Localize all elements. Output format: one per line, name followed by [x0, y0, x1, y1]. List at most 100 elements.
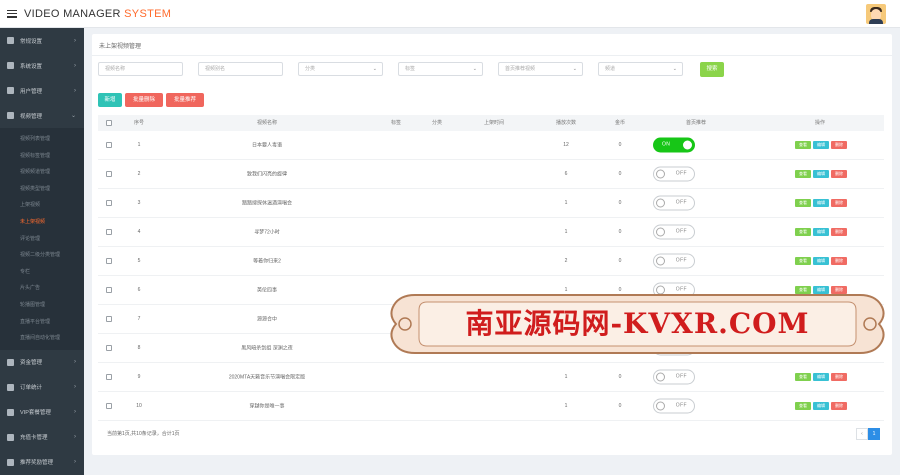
edit-button[interactable]: 编辑 [813, 199, 829, 207]
row-checkbox[interactable] [106, 316, 112, 322]
recommend-toggle[interactable]: OFF [653, 253, 695, 269]
delete-button[interactable]: 删除 [831, 141, 847, 149]
chevron-right-icon: › [74, 384, 76, 391]
row-checkbox[interactable] [106, 142, 112, 148]
view-button[interactable]: 查看 [795, 228, 811, 236]
submenu-item-live-rooms[interactable]: 直播间自动化管理 [0, 330, 84, 347]
chart-icon [7, 383, 14, 391]
home-recommend-select[interactable]: 首页推荐视频 ⌄ [498, 62, 583, 76]
content-panel: 未上架视频管理 视频名称 视频别名 分类 ⌄ 标签 ⌄ 首页推荐视频 ⌄ 频道 ⌄ 搜索… [92, 34, 892, 455]
avatar-body [869, 19, 883, 24]
column-header-category: 分类 [431, 120, 443, 126]
sidebar-item-general-settings[interactable]: 常规设置 › [0, 28, 84, 53]
search-button[interactable]: 搜索 [700, 62, 724, 77]
sidebar-item-recharge-cards[interactable]: 充值卡管理 › [0, 425, 84, 450]
user-avatar[interactable] [866, 4, 886, 24]
gear-icon [7, 62, 14, 69]
submenu-item-listed-videos[interactable]: 上架视频 [0, 197, 84, 214]
category-select[interactable]: 分类 ⌄ [298, 62, 383, 76]
batch-delete-button[interactable]: 批量删除 [125, 93, 163, 107]
row-checkbox[interactable] [106, 403, 112, 409]
submenu-item-comments[interactable]: 评论管理 [0, 231, 84, 248]
view-button[interactable]: 查看 [795, 257, 811, 265]
row-checkbox[interactable] [106, 171, 112, 177]
divider [92, 55, 892, 56]
app-title-accent: SYSTEM [124, 7, 172, 20]
video-name-input[interactable]: 视频名称 [98, 62, 183, 76]
table-row: 10 穿越你是唯一事 1 0 OFF 查看 编辑 删除 [98, 392, 884, 421]
sidebar-item-label: 资金管理 [20, 360, 43, 367]
submenu-item-unlisted-videos[interactable]: 未上架视频 [0, 214, 84, 231]
sidebar-item-label: VIP套餐管理 [20, 410, 51, 417]
submenu-item-video-channels[interactable]: 视频频道管理 [0, 164, 84, 181]
view-button[interactable]: 查看 [795, 170, 811, 178]
menu-toggle-icon[interactable] [7, 9, 17, 18]
submenu-item-carousel[interactable]: 轮播图管理 [0, 297, 84, 314]
row-checkbox[interactable] [106, 229, 112, 235]
prev-page-button[interactable]: ‹ [856, 428, 868, 440]
submenu-item-live-platforms[interactable]: 直播平台管理 [0, 314, 84, 331]
recommend-toggle[interactable]: ON [653, 137, 695, 153]
toggle-label: OFF [675, 228, 687, 235]
delete-button[interactable]: 删除 [831, 257, 847, 265]
recommend-toggle[interactable]: OFF [653, 195, 695, 211]
sidebar-item-users[interactable]: 用户管理 › [0, 78, 84, 103]
row-checkbox[interactable] [106, 287, 112, 293]
submenu-item-video-tags[interactable]: 视频标签管理 [0, 148, 84, 165]
row-video-name: 穿越你是唯一事 [249, 403, 285, 410]
view-button[interactable]: 查看 [795, 141, 811, 149]
select-all-checkbox[interactable] [106, 120, 112, 126]
watermark-text: 南亚源码网-KVXR.COM [465, 307, 810, 340]
edit-button[interactable]: 编辑 [813, 373, 829, 381]
app-title-main: VIDEO MANAGER [24, 7, 125, 20]
edit-button[interactable]: 编辑 [813, 228, 829, 236]
view-button[interactable]: 查看 [795, 199, 811, 207]
edit-button[interactable]: 编辑 [813, 141, 829, 149]
row-plays: 1 [564, 374, 568, 380]
row-video-name: 源源合中 [256, 316, 278, 323]
alias-input[interactable]: 视频别名 [198, 62, 283, 76]
edit-button[interactable]: 编辑 [813, 170, 829, 178]
delete-button[interactable]: 删除 [831, 373, 847, 381]
delete-button[interactable]: 删除 [831, 402, 847, 410]
recommend-toggle[interactable]: OFF [653, 369, 695, 385]
row-checkbox[interactable] [106, 345, 112, 351]
table-row: 2 致我们闪亮的旋律 6 0 OFF 查看 编辑 删除 [98, 160, 884, 189]
sidebar-item-system-settings[interactable]: 系统设置 › [0, 53, 84, 78]
recommend-toggle[interactable]: OFF [653, 398, 695, 414]
delete-button[interactable]: 删除 [831, 199, 847, 207]
view-button[interactable]: 查看 [795, 402, 811, 410]
row-coins: 0 [618, 200, 622, 206]
row-checkbox[interactable] [106, 374, 112, 380]
toggle-label: OFF [675, 257, 687, 264]
sidebar-item-vip[interactable]: VIP套餐管理 › [0, 400, 84, 425]
view-button[interactable]: 查看 [795, 373, 811, 381]
delete-button[interactable]: 删除 [831, 170, 847, 178]
submenu-item-video-list[interactable]: 视频列表管理 [0, 131, 84, 148]
recommend-toggle[interactable]: OFF [653, 224, 695, 240]
submenu-item-subcategories[interactable]: 视频二级分类管理 [0, 247, 84, 264]
channel-select[interactable]: 频道 ⌄ [598, 62, 683, 76]
sidebar-item-videos[interactable]: 视频管理 ⌄ [0, 103, 84, 128]
sidebar-item-referral[interactable]: 推荐奖励管理 › [0, 450, 84, 475]
batch-recommend-button[interactable]: 批量推荐 [166, 93, 204, 107]
sidebar-item-finance[interactable]: 资金管理 › [0, 350, 84, 375]
page-button-current[interactable]: 1 [868, 428, 880, 440]
sidebar-item-orders[interactable]: 订单统计 › [0, 375, 84, 400]
delete-button[interactable]: 删除 [831, 228, 847, 236]
edit-button[interactable]: 编辑 [813, 257, 829, 265]
edit-button[interactable]: 编辑 [813, 402, 829, 410]
recommend-toggle[interactable]: OFF [653, 166, 695, 182]
pagination: ‹ 1 [856, 428, 880, 440]
toggle-label: OFF [675, 402, 687, 409]
submenu-item-preroll-ads[interactable]: 片头广告 [0, 280, 84, 297]
row-checkbox[interactable] [106, 200, 112, 206]
add-button[interactable]: 新增 [98, 93, 122, 107]
chevron-right-icon: › [74, 62, 76, 69]
submenu-item-columns[interactable]: 专栏 [0, 264, 84, 281]
table-row: 3 踏踏搜探休温酒演唱会 1 0 OFF 查看 编辑 删除 [98, 189, 884, 218]
tags-select[interactable]: 标签 ⌄ [398, 62, 483, 76]
row-index: 1 [137, 142, 141, 148]
row-checkbox[interactable] [106, 258, 112, 264]
submenu-item-video-types[interactable]: 视频类型管理 [0, 181, 84, 198]
